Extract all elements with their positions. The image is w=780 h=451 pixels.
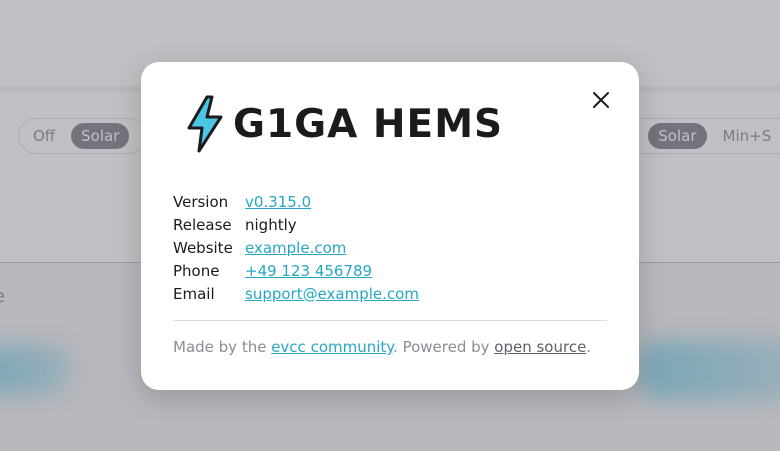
info-row-version: Version v0.315.0 bbox=[173, 190, 419, 213]
evcc-community-link[interactable]: evcc community bbox=[271, 338, 393, 356]
info-row-website: Website example.com bbox=[173, 236, 419, 259]
email-label: Email bbox=[173, 284, 215, 303]
dialog-footer: Made by the evcc community. Powered by o… bbox=[173, 338, 591, 356]
app-logo: G1GA HEMS bbox=[185, 94, 503, 154]
version-label: Version bbox=[173, 192, 229, 211]
release-label: Release bbox=[173, 215, 232, 234]
open-source-link[interactable]: open source bbox=[494, 338, 586, 356]
release-value: nightly bbox=[245, 215, 297, 234]
footer-suffix: . bbox=[586, 338, 592, 356]
phone-link[interactable]: +49 123 456789 bbox=[245, 262, 372, 280]
footer-middle: . Powered by bbox=[393, 338, 495, 356]
website-link[interactable]: example.com bbox=[245, 239, 346, 257]
email-link[interactable]: support@example.com bbox=[245, 285, 419, 303]
about-info-table: Version v0.315.0 Release nightly Website… bbox=[173, 190, 419, 305]
info-row-release: Release nightly bbox=[173, 213, 419, 236]
info-row-email: Email support@example.com bbox=[173, 282, 419, 305]
version-link[interactable]: v0.315.0 bbox=[245, 193, 311, 211]
info-row-phone: Phone +49 123 456789 bbox=[173, 259, 419, 282]
website-label: Website bbox=[173, 238, 233, 257]
close-icon bbox=[593, 92, 609, 108]
close-button[interactable] bbox=[589, 88, 613, 112]
footer-prefix: Made by the bbox=[173, 338, 272, 356]
lightning-bolt-icon bbox=[187, 95, 223, 153]
dialog-divider bbox=[173, 320, 607, 321]
app-logo-text: G1GA HEMS bbox=[233, 101, 504, 147]
about-dialog: G1GA HEMS Version v0.315.0 Release night… bbox=[141, 62, 639, 390]
phone-label: Phone bbox=[173, 261, 220, 280]
